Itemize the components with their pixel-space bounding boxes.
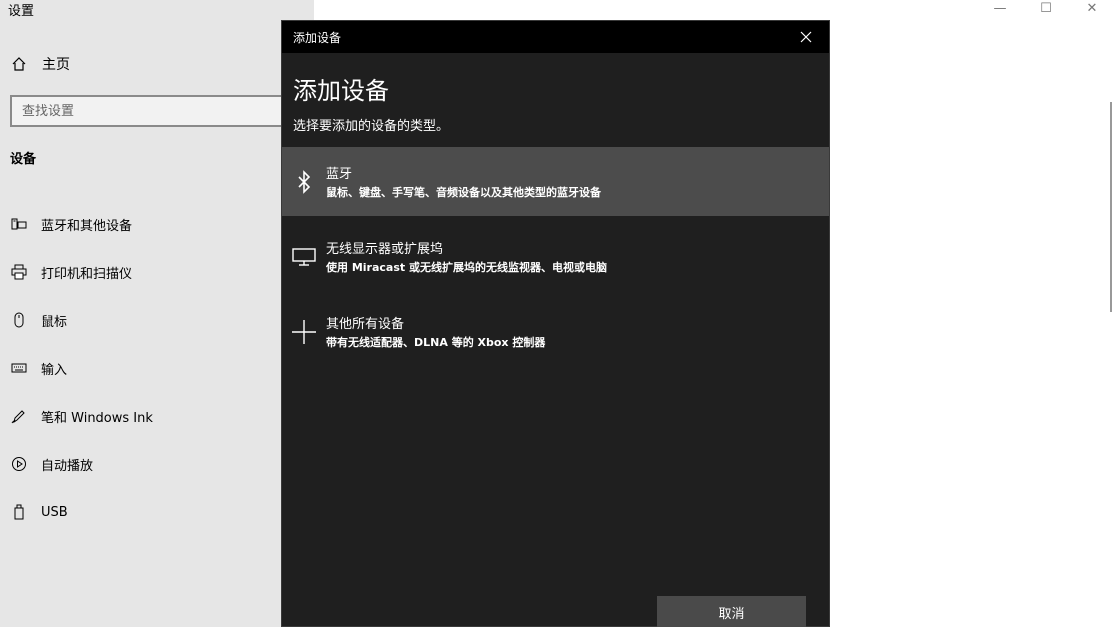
option-desc: 鼠标、键盘、手写笔、音频设备以及其他类型的蓝牙设备 bbox=[326, 186, 601, 199]
search-input[interactable] bbox=[22, 103, 298, 119]
option-bluetooth[interactable]: 蓝牙 鼠标、键盘、手写笔、音频设备以及其他类型的蓝牙设备 bbox=[282, 147, 829, 216]
dialog-heading: 添加设备 bbox=[293, 77, 389, 105]
minimize-button[interactable]: — bbox=[977, 0, 1023, 16]
option-name: 无线显示器或扩展坞 bbox=[326, 242, 444, 257]
nav-item-pen[interactable]: 笔和 Windows Ink bbox=[10, 392, 280, 440]
option-name: 蓝牙 bbox=[326, 167, 353, 182]
option-name: 其他所有设备 bbox=[326, 317, 405, 332]
nav-item-printers[interactable]: 打印机和扫描仪 bbox=[10, 248, 280, 296]
option-desc: 带有无线适配器、DLNA 等的 Xbox 控制器 bbox=[326, 336, 546, 349]
printer-icon bbox=[10, 263, 28, 281]
home-label: 主页 bbox=[42, 57, 70, 73]
dialog-close-button[interactable] bbox=[783, 21, 829, 53]
mouse-icon bbox=[10, 311, 28, 329]
dialog-titlebar-text: 添加设备 bbox=[293, 30, 342, 45]
nav-item-mouse[interactable]: 鼠标 bbox=[10, 296, 280, 344]
close-button[interactable]: ✕ bbox=[1069, 0, 1115, 16]
nav-item-usb[interactable]: USB bbox=[10, 488, 280, 536]
home-link[interactable]: 主页 bbox=[10, 53, 210, 75]
nav-item-label: 笔和 Windows Ink bbox=[41, 410, 153, 426]
plus-icon bbox=[290, 318, 318, 346]
nav-list: 蓝牙和其他设备 打印机和扫描仪 鼠标 输入 笔和 Windows Ink 自动播… bbox=[10, 200, 280, 536]
dialog-titlebar: 添加设备 bbox=[282, 21, 829, 53]
settings-app: 设置 主页 设备 蓝牙和其他设备 打印机和扫描仪 bbox=[0, 0, 1115, 627]
add-device-dialog: 添加设备 添加设备 选择要添加的设备的类型。 蓝牙 鼠标、键盘、手写笔、音频设备… bbox=[281, 20, 830, 627]
scrollbar[interactable] bbox=[1110, 102, 1112, 312]
usb-icon bbox=[10, 503, 28, 521]
search-box[interactable] bbox=[10, 95, 300, 127]
option-wireless-display[interactable]: 无线显示器或扩展坞 使用 Miracast 或无线扩展坞的无线监视器、电视或电脑 bbox=[282, 222, 829, 291]
device-type-options: 蓝牙 鼠标、键盘、手写笔、音频设备以及其他类型的蓝牙设备 无线显示器或扩展坞 使… bbox=[282, 147, 829, 372]
window-controls: — ☐ ✕ bbox=[977, 0, 1115, 16]
nav-item-label: 蓝牙和其他设备 bbox=[41, 218, 133, 234]
home-icon bbox=[10, 55, 28, 73]
cancel-button[interactable]: 取消 bbox=[657, 596, 806, 627]
nav-item-label: USB bbox=[41, 504, 68, 520]
option-desc: 使用 Miracast 或无线扩展坞的无线监视器、电视或电脑 bbox=[326, 261, 607, 274]
app-title: 设置 bbox=[8, 4, 35, 19]
monitor-icon bbox=[290, 243, 318, 271]
section-title: 设备 bbox=[10, 152, 37, 167]
settings-sidebar: 设置 主页 设备 蓝牙和其他设备 打印机和扫描仪 bbox=[0, 0, 314, 627]
bluetooth-devices-icon bbox=[10, 215, 28, 233]
nav-item-label: 打印机和扫描仪 bbox=[41, 266, 133, 282]
maximize-button[interactable]: ☐ bbox=[1023, 0, 1069, 16]
nav-item-label: 自动播放 bbox=[41, 458, 94, 474]
option-everything-else[interactable]: 其他所有设备 带有无线适配器、DLNA 等的 Xbox 控制器 bbox=[282, 297, 829, 366]
bluetooth-icon bbox=[290, 168, 318, 196]
pen-icon bbox=[10, 407, 28, 425]
close-icon bbox=[800, 31, 812, 43]
dialog-subtitle: 选择要添加的设备的类型。 bbox=[293, 119, 450, 134]
keyboard-icon bbox=[10, 359, 28, 377]
autoplay-icon bbox=[10, 455, 28, 473]
nav-item-label: 输入 bbox=[41, 362, 68, 378]
nav-item-bluetooth[interactable]: 蓝牙和其他设备 bbox=[10, 200, 280, 248]
nav-item-label: 鼠标 bbox=[41, 314, 68, 330]
nav-item-typing[interactable]: 输入 bbox=[10, 344, 280, 392]
nav-item-autoplay[interactable]: 自动播放 bbox=[10, 440, 280, 488]
